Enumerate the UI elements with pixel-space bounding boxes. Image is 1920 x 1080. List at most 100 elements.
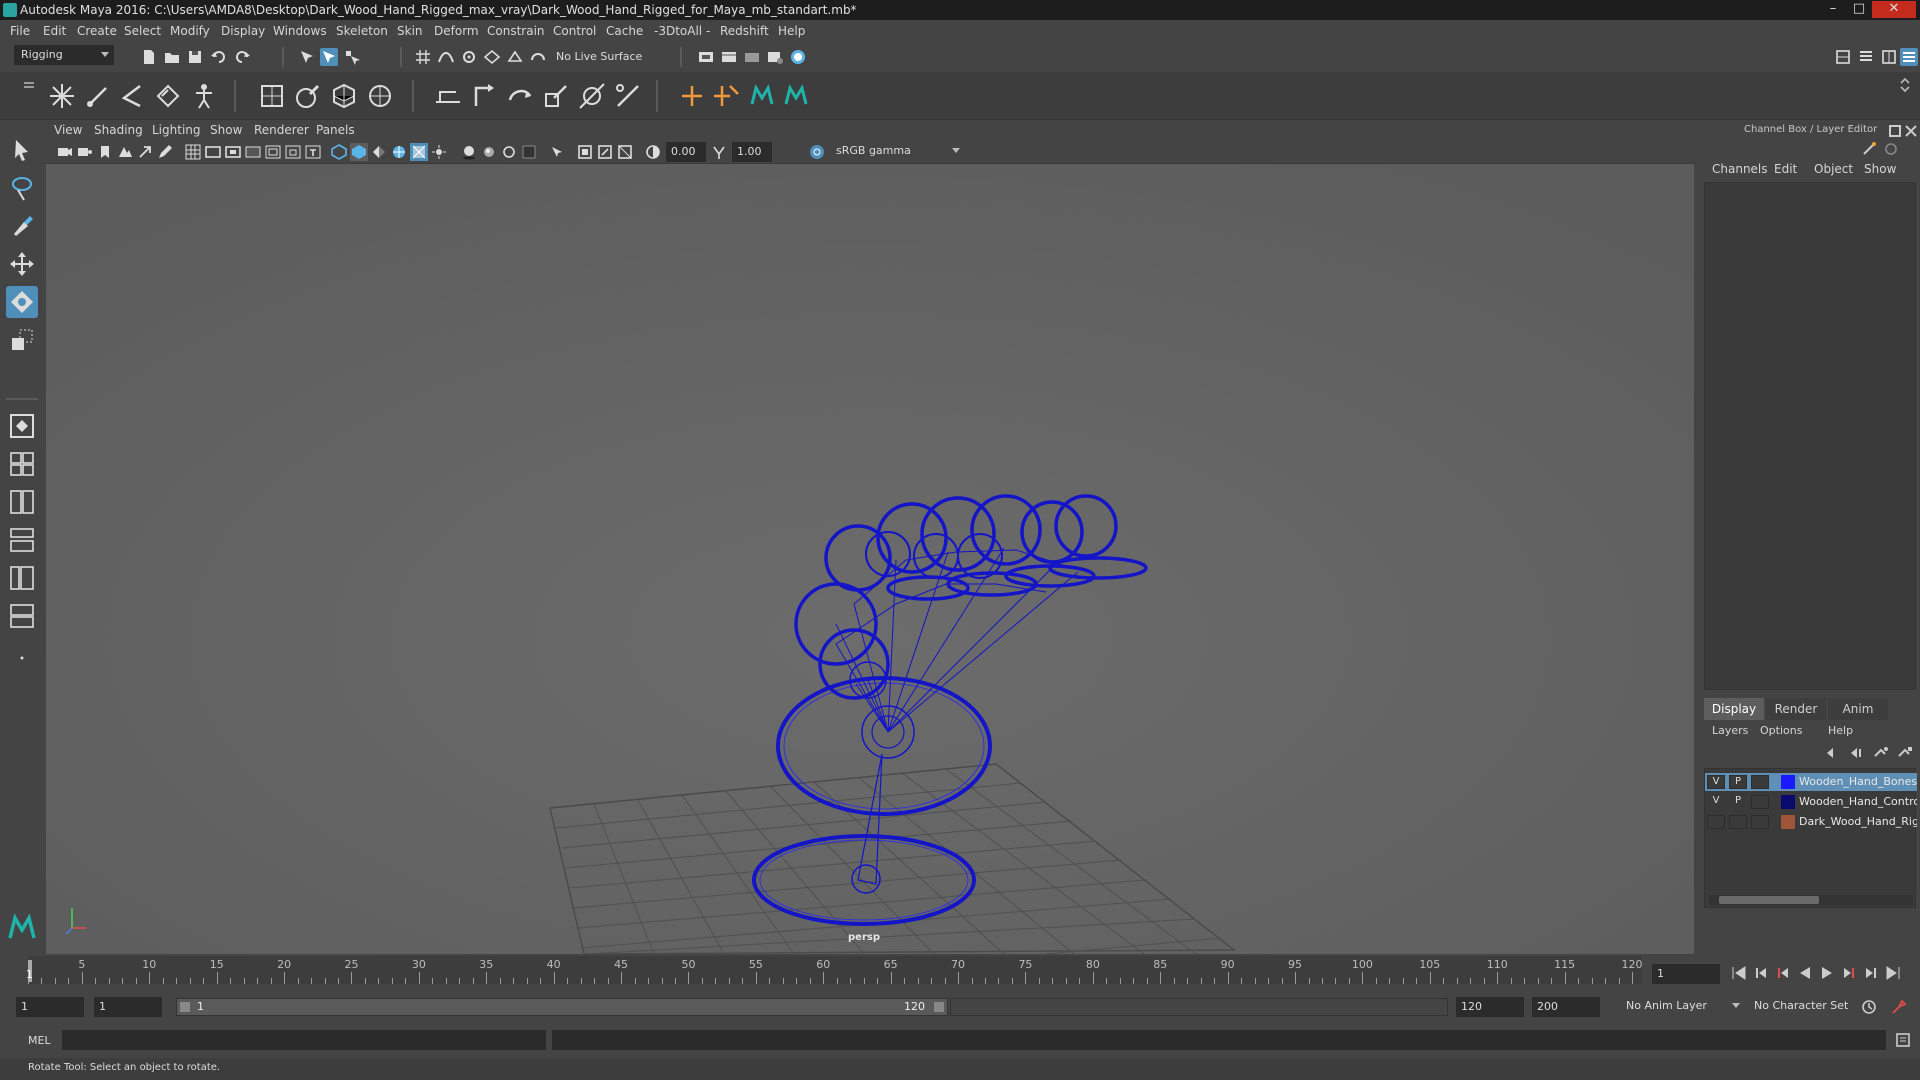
- lasso-tool-icon[interactable]: [6, 172, 38, 204]
- point-constraint-icon[interactable]: [468, 80, 500, 112]
- ik-handle-icon[interactable]: [82, 80, 114, 112]
- render-view-icon[interactable]: [697, 48, 715, 66]
- new-layer-selected-icon[interactable]: [1896, 744, 1912, 760]
- attribute-editor-icon[interactable]: [1857, 48, 1875, 66]
- menu-create[interactable]: Create: [77, 24, 117, 38]
- use-all-lights-icon[interactable]: [430, 143, 448, 161]
- panel-menu-panels[interactable]: Panels: [316, 123, 355, 137]
- menu-select[interactable]: Select: [124, 24, 161, 38]
- hik-icon[interactable]: [188, 80, 220, 112]
- snap-view-icon[interactable]: [483, 48, 501, 66]
- ik-spline-icon[interactable]: [116, 80, 148, 112]
- locator-icon[interactable]: [676, 80, 708, 112]
- camera-select-icon[interactable]: [56, 143, 74, 161]
- layer-help-menu[interactable]: Help: [1828, 724, 1853, 737]
- channel-edit-menu[interactable]: Edit: [1774, 162, 1797, 176]
- animation-end-field[interactable]: 200: [1532, 997, 1600, 1017]
- panel-menu-view[interactable]: View: [54, 123, 82, 137]
- scale-tool-icon[interactable]: [6, 324, 38, 356]
- outliner-layout-icon[interactable]: [6, 524, 38, 556]
- go-to-start-icon[interactable]: [1730, 964, 1748, 982]
- gamma-field[interactable]: 1.00: [732, 142, 772, 162]
- close-panel-icon[interactable]: [1902, 122, 1917, 137]
- menu-3dtoall[interactable]: -3DtoAll -: [654, 24, 710, 38]
- select-hierarchy-icon[interactable]: [298, 48, 316, 66]
- side-by-side-layout-icon[interactable]: [6, 486, 38, 518]
- layer-display-type-toggle[interactable]: [1751, 775, 1769, 789]
- layer-row-mesh[interactable]: Dark_Wood_Hand_Rigged: [1705, 813, 1917, 831]
- maya-home-icon[interactable]: [6, 912, 38, 944]
- channel-show-menu[interactable]: Show: [1864, 162, 1896, 176]
- select-component-icon[interactable]: [343, 48, 361, 66]
- joint-tool-icon[interactable]: [46, 80, 78, 112]
- step-back-frame-icon[interactable]: [1752, 964, 1770, 982]
- minimize-button[interactable]: –: [1820, 1, 1846, 18]
- snap-point-icon[interactable]: [460, 48, 478, 66]
- menu-file[interactable]: File: [10, 24, 30, 38]
- playback-end-field[interactable]: 120: [1456, 997, 1524, 1017]
- graph-layout-icon[interactable]: [6, 562, 38, 594]
- layer-color-swatch[interactable]: [1781, 815, 1795, 829]
- shelf-menu-icon[interactable]: [20, 78, 38, 96]
- default-material-icon[interactable]: [370, 143, 388, 161]
- wireframe-on-shaded-icon[interactable]: [390, 143, 408, 161]
- anim-layer-dropdown[interactable]: No Anim Layer: [1620, 997, 1744, 1017]
- panel-menu-lighting[interactable]: Lighting: [152, 123, 201, 137]
- channel-box-options-icon[interactable]: [1860, 140, 1876, 156]
- set-driven-key-icon[interactable]: [710, 80, 742, 112]
- select-tool-icon[interactable]: [6, 134, 38, 166]
- new-scene-icon[interactable]: [140, 48, 158, 66]
- hypershade-layout-icon[interactable]: [6, 600, 38, 632]
- gate-mask-icon[interactable]: [244, 143, 262, 161]
- menu-help[interactable]: Help: [778, 24, 805, 38]
- render-frame-icon[interactable]: [720, 48, 738, 66]
- bookmark-icon[interactable]: [96, 143, 114, 161]
- tab-render[interactable]: Render: [1766, 698, 1826, 720]
- 2d-pan-zoom-icon[interactable]: [136, 143, 154, 161]
- panel-menu-renderer[interactable]: Renderer: [254, 123, 309, 137]
- move-layer-up-icon[interactable]: [1824, 744, 1840, 760]
- open-scene-icon[interactable]: [163, 48, 181, 66]
- menu-windows[interactable]: Windows: [273, 24, 327, 38]
- range-end-handle[interactable]: [934, 1002, 944, 1012]
- layer-display-type-toggle[interactable]: [1751, 815, 1769, 829]
- step-forward-frame-icon[interactable]: [1862, 964, 1880, 982]
- safe-title-icon[interactable]: [304, 143, 322, 161]
- menu-cache[interactable]: Cache: [606, 24, 643, 38]
- shelf-scroll-icon[interactable]: [1896, 76, 1914, 94]
- play-forwards-icon[interactable]: [1818, 964, 1836, 982]
- wireframe-icon[interactable]: [330, 143, 348, 161]
- layer-color-swatch[interactable]: [1781, 775, 1795, 789]
- close-button[interactable]: ✕: [1872, 1, 1916, 18]
- orient-joint-icon[interactable]: [152, 80, 184, 112]
- view-transform-dropdown[interactable]: sRGB gamma: [830, 142, 964, 162]
- channel-box-toggle-icon[interactable]: [1900, 48, 1918, 66]
- toolbox-more-icon[interactable]: [6, 642, 38, 662]
- animation-preferences-icon[interactable]: [1890, 998, 1908, 1016]
- field-chart-icon[interactable]: [264, 143, 282, 161]
- channel-object-menu[interactable]: Object: [1814, 162, 1853, 176]
- layer-playback-toggle[interactable]: [1729, 815, 1747, 829]
- shadows-icon[interactable]: [460, 143, 478, 161]
- modeling-toolkit-icon[interactable]: [1834, 48, 1852, 66]
- parent-constraint-icon[interactable]: [432, 80, 464, 112]
- grid-toggle-icon[interactable]: [184, 143, 202, 161]
- menu-display[interactable]: Display: [221, 24, 265, 38]
- pole-vector-icon[interactable]: [612, 80, 644, 112]
- make-live-icon[interactable]: [529, 48, 547, 66]
- snap-curve-icon[interactable]: [437, 48, 455, 66]
- perspective-viewport[interactable]: persp: [46, 164, 1694, 954]
- safe-action-icon[interactable]: [284, 143, 302, 161]
- layer-visibility-toggle[interactable]: [1707, 815, 1725, 829]
- ipr-render-icon[interactable]: [743, 48, 761, 66]
- snap-grid-icon[interactable]: [414, 48, 432, 66]
- menu-control[interactable]: Control: [553, 24, 596, 38]
- aim-constraint-icon[interactable]: [576, 80, 608, 112]
- gamma-icon[interactable]: [710, 143, 728, 161]
- layer-name[interactable]: Wooden_Hand_Bones: [1799, 775, 1917, 788]
- layers-menu[interactable]: Layers: [1712, 724, 1748, 737]
- four-view-layout-icon[interactable]: [6, 448, 38, 480]
- go-to-end-icon[interactable]: [1884, 964, 1902, 982]
- command-language-toggle[interactable]: MEL: [28, 1034, 51, 1047]
- menu-modify[interactable]: Modify: [170, 24, 210, 38]
